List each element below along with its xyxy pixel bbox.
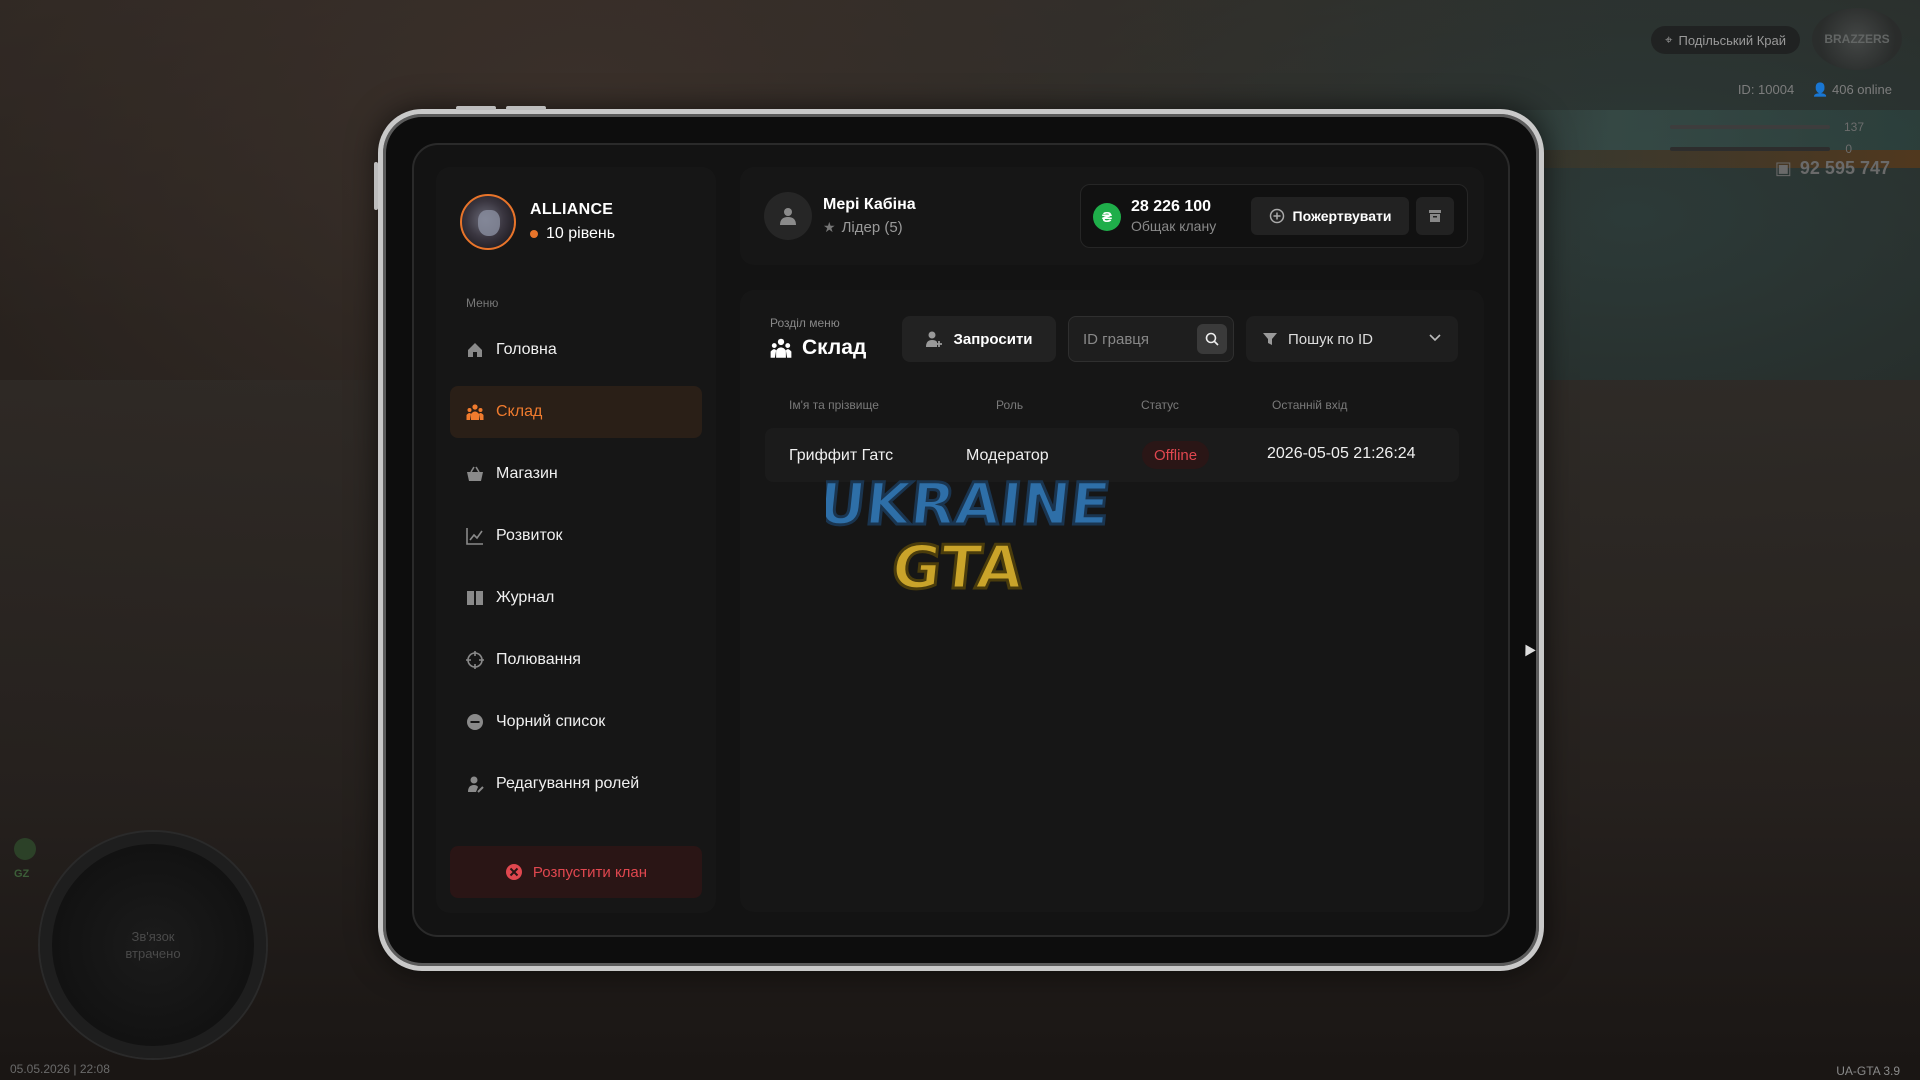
hryvnia-coin-icon: ₴ bbox=[1093, 203, 1121, 231]
column-header-role: Роль bbox=[996, 398, 1024, 412]
invite-button[interactable]: Запросити bbox=[902, 316, 1056, 362]
user-icon bbox=[780, 208, 796, 225]
sidebar-item-home[interactable]: Головна bbox=[450, 324, 702, 376]
close-circle-icon bbox=[505, 864, 522, 880]
sidebar-item-hunting[interactable]: Полювання bbox=[450, 634, 702, 686]
column-header-last-login: Останній вхід bbox=[1272, 398, 1348, 412]
shield-icon bbox=[14, 838, 36, 860]
disband-clan-button[interactable]: Розпустити клан bbox=[450, 846, 702, 898]
crosshair-icon bbox=[466, 651, 484, 669]
map-zone-code: GZ bbox=[14, 868, 30, 880]
player-id-search bbox=[1068, 316, 1234, 362]
map-pin-icon: ⌖ bbox=[1665, 32, 1673, 47]
hud-armor-bar bbox=[1670, 147, 1830, 151]
sidebar-item-warehouse[interactable]: Склад bbox=[450, 386, 702, 438]
hud-stat-2: 0 bbox=[1845, 142, 1852, 156]
sidebar-item-role-editing[interactable]: Редагування ролей bbox=[450, 758, 702, 810]
search-mode-label: Пошук по ID bbox=[1288, 330, 1374, 348]
people-icon bbox=[466, 404, 484, 420]
sidebar-item-shop[interactable]: Магазин bbox=[450, 448, 702, 500]
wallet-icon: ▣ bbox=[1774, 158, 1792, 178]
chart-icon bbox=[466, 528, 483, 545]
sidebar-item-label: Розвиток bbox=[496, 527, 563, 544]
sidebar-item-label: Магазин bbox=[496, 465, 558, 482]
search-button[interactable] bbox=[1197, 324, 1227, 354]
sidebar-item-label: Журнал bbox=[496, 589, 555, 606]
minimap: Зв'язок втрачено bbox=[40, 832, 266, 1058]
clan-level: 10 рівень bbox=[530, 225, 615, 243]
minus-circle-icon bbox=[467, 714, 483, 730]
search-mode-select[interactable]: Пошук по ID bbox=[1246, 316, 1458, 362]
section-title: Склад bbox=[770, 336, 866, 360]
column-header-name: Ім'я та прізвище bbox=[789, 398, 879, 412]
minimap-status: Зв'язок втрачено bbox=[125, 929, 181, 961]
user-role: ★ Лідер (5) bbox=[823, 219, 903, 236]
level-dot-icon bbox=[530, 230, 538, 238]
sidebar-item-label: Головна bbox=[496, 341, 557, 358]
clan-avatar bbox=[460, 194, 516, 250]
user-name: Мері Кабіна bbox=[823, 196, 916, 213]
home-icon bbox=[468, 343, 482, 357]
fund-history-button[interactable] bbox=[1416, 197, 1454, 235]
book-icon bbox=[467, 591, 483, 605]
plus-circle-icon bbox=[1269, 208, 1284, 224]
tablet-button-power bbox=[374, 162, 378, 210]
sidebar-item-label: Склад bbox=[496, 403, 543, 420]
sidebar-item-blacklist[interactable]: Чорний список bbox=[450, 696, 702, 748]
donate-button[interactable]: Пожертвувати bbox=[1251, 197, 1409, 235]
filter-icon bbox=[1263, 333, 1277, 345]
menu-caption: Меню bbox=[466, 296, 499, 310]
hud-datetime: 05.05.2026 | 22:08 bbox=[10, 1062, 110, 1076]
sidebar-item-label: Полювання bbox=[496, 651, 581, 668]
user-icon: 👤 bbox=[1812, 82, 1832, 97]
disband-label: Розпустити клан bbox=[532, 863, 648, 881]
member-role: Модератор bbox=[966, 447, 1049, 464]
sidebar-item-development[interactable]: Розвиток bbox=[450, 510, 702, 562]
people-icon bbox=[770, 338, 792, 358]
member-name: Гриффит Гатс bbox=[789, 447, 894, 464]
hud-stat-1: 137 bbox=[1843, 120, 1864, 134]
archive-icon bbox=[1429, 210, 1441, 222]
search-icon bbox=[1205, 332, 1219, 346]
tablet-button-volume-down bbox=[506, 106, 546, 110]
hud-money: ▣ 92 595 747 bbox=[1774, 158, 1890, 178]
add-user-icon bbox=[926, 331, 943, 347]
column-header-status: Статус bbox=[1141, 398, 1179, 412]
user-avatar bbox=[764, 192, 812, 240]
basket-icon bbox=[467, 466, 483, 481]
tablet-button-volume-up bbox=[456, 106, 496, 110]
member-last-login: 2026-05-05 21:26:24 bbox=[1267, 445, 1416, 462]
hud-online: 👤 406 online bbox=[1812, 82, 1892, 97]
invite-label: Запросити bbox=[953, 330, 1033, 348]
section-caption: Розділ меню bbox=[770, 316, 840, 330]
sidebar-item-label: Редагування ролей bbox=[496, 775, 640, 792]
player-id-input[interactable] bbox=[1083, 317, 1193, 361]
status-badge: Offline bbox=[1142, 441, 1210, 469]
hud-player-id: ID: 10004 bbox=[1737, 82, 1795, 97]
hud-health-bar bbox=[1670, 125, 1830, 129]
user-edit-icon bbox=[468, 776, 484, 793]
sidebar-item-journal[interactable]: Журнал bbox=[450, 572, 702, 624]
chevron-down-icon bbox=[1429, 334, 1441, 342]
hud-region-label: Подільський Край bbox=[1678, 32, 1786, 48]
server-logo: BRAZZERS bbox=[1812, 8, 1902, 70]
sidebar-item-label: Чорний список bbox=[496, 713, 606, 730]
clan-name: ALLIANCE bbox=[530, 201, 614, 218]
fund-label: Общак клану bbox=[1131, 218, 1217, 234]
star-icon: ★ bbox=[823, 219, 836, 235]
fund-amount: 28 226 100 bbox=[1131, 198, 1212, 215]
donate-label: Пожертвувати bbox=[1292, 208, 1392, 224]
hud-player-info: ID: 10004 👤 406 online bbox=[1738, 82, 1892, 98]
members-panel bbox=[740, 290, 1484, 912]
hud-region-badge: ⌖ Подільський Край bbox=[1651, 26, 1800, 54]
hud-version: UA-GTA 3.9 bbox=[1836, 1064, 1900, 1078]
sidebar-menu: Головна Склад Магазин Розвиток Журнал По… bbox=[450, 324, 702, 820]
